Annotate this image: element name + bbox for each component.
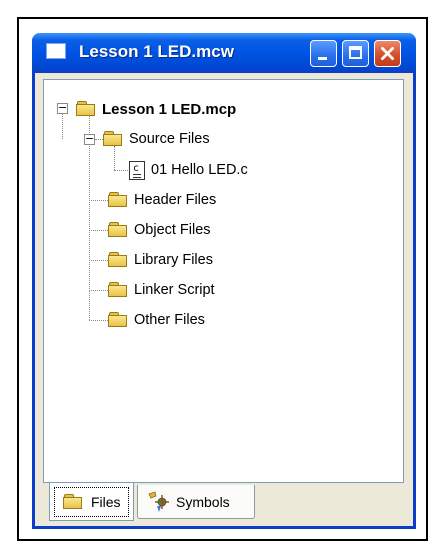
folder-icon [108,192,128,208]
tree-item-library-files[interactable]: Library Files [108,249,213,271]
tree-item-other-files[interactable]: Other Files [108,309,205,331]
folder-icon [108,252,128,268]
tab-symbols-label: Symbols [176,493,230,510]
tree-label-source-file: 01 Hello LED.c [151,162,248,178]
folder-icon [108,312,128,328]
tree-item-project[interactable]: Lesson 1 LED.mcp [76,98,236,120]
folder-icon [103,131,123,147]
tree-label-source-files: Source Files [129,131,210,147]
maximize-icon [349,46,362,59]
tree-line [89,320,108,321]
tree-line [62,114,63,139]
window-icon [46,43,66,59]
tree-label-linker-script: Linker Script [134,282,215,298]
tab-files[interactable]: Files [49,483,134,521]
tree-line [89,290,108,291]
tab-symbols[interactable]: Symbols [137,485,255,519]
symbols-icon [148,490,169,512]
minimize-icon [318,57,327,60]
collapse-project-toggle[interactable]: − [57,102,68,114]
tree-item-linker-script[interactable]: Linker Script [108,279,215,301]
c-file-icon: c [129,160,145,180]
tree-line [89,200,108,201]
folder-icon [108,222,128,238]
tab-files-label: Files [91,493,121,510]
tree-label-library-files: Library Files [134,252,213,268]
tree-line [89,230,108,231]
title-bar[interactable]: Lesson 1 LED.mcw [32,33,416,73]
tree-label-header-files: Header Files [134,192,217,208]
folder-icon [76,101,96,117]
tree-line [114,170,128,171]
folder-icon [108,282,128,298]
tree-item-object-files[interactable]: Object Files [108,219,211,241]
tree-line [89,260,108,261]
tree-label-other-files: Other Files [134,312,205,328]
minimize-button[interactable] [310,40,337,67]
folder-icon [63,493,83,510]
tree-line [89,290,90,320]
close-button[interactable] [374,40,401,67]
collapse-source-toggle[interactable]: − [84,133,95,145]
close-icon [381,47,394,60]
project-tree-panel: − Lesson 1 LED.mcp − Source Files c 01 H… [43,79,404,483]
workspace-window: Lesson 1 LED.mcw − Lesson 1 LED.mcp − So… [32,33,416,529]
tree-item-header-files[interactable]: Header Files [108,189,216,211]
tree-item-source-files[interactable]: Source Files [103,128,210,150]
tree-item-source-file[interactable]: c 01 Hello LED.c [129,159,248,181]
window-title: Lesson 1 LED.mcw [79,42,234,61]
tree-label-object-files: Object Files [134,222,211,238]
tree-label-project: Lesson 1 LED.mcp [102,100,237,118]
maximize-button[interactable] [342,40,369,67]
